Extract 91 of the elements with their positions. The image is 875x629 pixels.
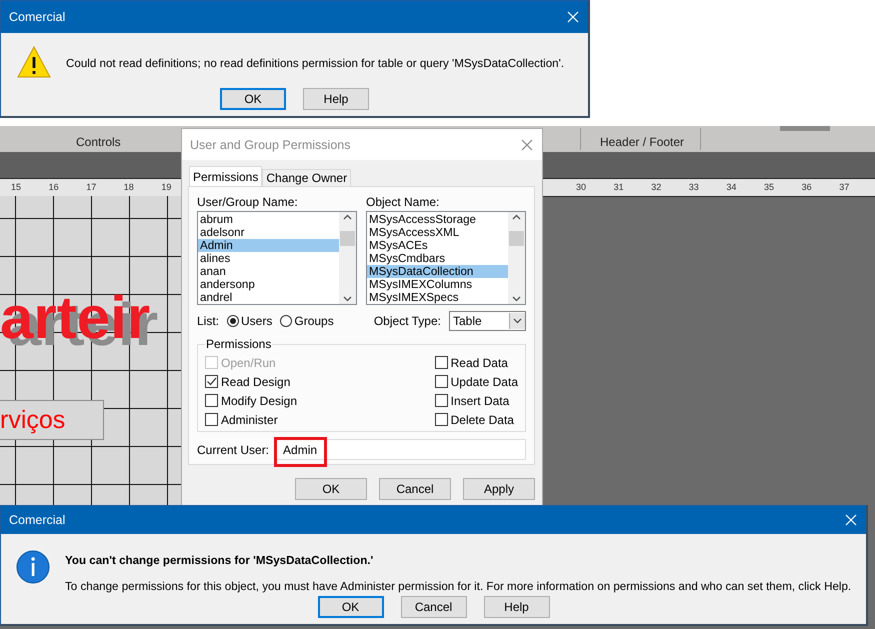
dialog-button[interactable]: Apply xyxy=(463,478,535,500)
window-title: Comercial xyxy=(9,10,66,24)
list-item[interactable]: MSysACEs xyxy=(367,239,508,252)
ribbon-group-label: Header / Footer xyxy=(600,135,684,149)
list-item[interactable]: MSysIMEXColumns xyxy=(367,278,508,291)
list-item[interactable]: andrel xyxy=(198,291,339,304)
ruler-number: 30 xyxy=(575,182,588,192)
list-filter-label: List: xyxy=(197,314,220,328)
warning-icon xyxy=(17,46,51,78)
list-item[interactable]: MSysDataCollection xyxy=(367,265,508,278)
list-item[interactable]: adelsonr xyxy=(198,226,339,239)
checkbox[interactable] xyxy=(434,375,448,388)
scroll-thumb[interactable] xyxy=(340,230,355,246)
scroll-thumb[interactable] xyxy=(509,230,524,246)
ruler-number: 37 xyxy=(838,182,850,192)
object-type-dropdown[interactable]: Table xyxy=(449,311,526,331)
chevron-down-icon xyxy=(512,296,521,302)
ruler-number: 31 xyxy=(612,182,625,192)
list-label: User/Group Name: xyxy=(197,195,299,209)
checkbox[interactable] xyxy=(205,375,218,388)
checkbox-label: Read Design xyxy=(221,374,290,388)
radio-button[interactable]: Groups xyxy=(280,314,334,328)
list-item[interactable]: MSysIMEXSpecs xyxy=(367,291,508,304)
list-box[interactable]: MSysAccessStorage MSysAccessXML MSysACEs MSysCmdbars MSysDataCollection MSysIMEXColumns MSysIMEXSpecs xyxy=(366,211,526,305)
chevron-up-icon xyxy=(512,214,521,220)
list-item[interactable]: MSysAccessStorage xyxy=(367,213,508,226)
chevron-down-icon xyxy=(513,318,522,324)
checkbox[interactable] xyxy=(205,394,218,407)
ruler-number: 33 xyxy=(688,182,700,192)
radio-label: Users xyxy=(241,314,272,328)
list-box[interactable]: abrum adelsonr Admin alines anan andersonp andrel xyxy=(197,211,357,305)
message-text: To change permissions for this object, you must have Administer permission for it. For more information on permissions and who can set them, click Help. xyxy=(65,580,852,593)
list-item[interactable]: MSysAccessXML xyxy=(367,226,508,239)
checkbox-label: Update Data xyxy=(450,374,518,388)
list-item[interactable]: MSysCmdbars xyxy=(367,252,508,265)
checkbox-label: Insert Data xyxy=(450,394,510,408)
checkbox-label: Modify Design xyxy=(221,394,298,408)
info-icon xyxy=(16,550,50,584)
checkbox-label: Open/Run xyxy=(221,356,276,370)
list-item[interactable]: andersonp xyxy=(198,278,339,291)
window-title: User and Group Permissions xyxy=(190,138,350,152)
dialog-button[interactable]: OK xyxy=(295,478,367,500)
ruler-number: 19 xyxy=(160,182,172,192)
dialog-button[interactable]: OK xyxy=(318,596,384,618)
checkbox[interactable] xyxy=(434,356,448,369)
list-item[interactable]: Admin xyxy=(198,239,339,252)
checkbox-label: Administer xyxy=(221,412,278,426)
list-item[interactable]: abrum xyxy=(198,213,339,226)
list-label: Object Name: xyxy=(366,195,440,209)
message-heading: You can't change permissions for 'MSysDataCollection.' xyxy=(65,553,374,567)
ruler-number: 32 xyxy=(650,182,662,192)
checkbox[interactable] xyxy=(434,413,448,426)
checkbox-label: Delete Data xyxy=(450,412,514,426)
ruler-number: 34 xyxy=(725,182,738,192)
chevron-up-icon xyxy=(343,214,352,220)
window-title: Comercial xyxy=(9,513,66,527)
tab[interactable]: Change Owner xyxy=(262,169,352,186)
dialog-button[interactable]: Help xyxy=(484,596,550,618)
group-label: Permissions xyxy=(205,337,272,351)
dialog-button[interactable]: Cancel xyxy=(400,596,466,618)
caption-label: rviços xyxy=(0,400,104,440)
ribbon-group-label: Controls xyxy=(76,135,121,149)
ruler-number: 18 xyxy=(122,182,135,192)
ruler-number: 17 xyxy=(85,182,98,192)
scrollbar[interactable] xyxy=(339,212,356,304)
dropdown-value: Table xyxy=(453,314,482,328)
list-item[interactable]: anan xyxy=(198,265,339,278)
radio-label: Groups xyxy=(294,314,334,328)
tab[interactable]: Permissions xyxy=(189,166,262,186)
radio-circle[interactable] xyxy=(280,315,292,327)
ruler-number: 15 xyxy=(10,182,22,192)
dialog-button[interactable]: Help xyxy=(303,88,369,110)
dialog-button[interactable]: OK xyxy=(220,88,286,110)
scrollbar[interactable] xyxy=(508,212,525,304)
checkmark-icon xyxy=(206,376,217,387)
checkbox[interactable] xyxy=(205,413,218,426)
current-user-value: Admin xyxy=(276,439,326,465)
message-text: Could not read definitions; no read definitions permission for table or query 'MSysDataCollection'. xyxy=(66,56,564,70)
radio-button[interactable]: Users xyxy=(227,314,272,328)
list-item[interactable]: alines xyxy=(198,252,339,265)
ruler-number: 16 xyxy=(48,182,60,192)
ruler-number: 36 xyxy=(800,182,813,192)
checkbox[interactable] xyxy=(434,394,448,407)
object-type-label: Object Type: xyxy=(374,314,441,328)
dialog-button[interactable]: Cancel xyxy=(379,478,451,500)
ruler-number: 35 xyxy=(763,182,776,192)
checkbox-label: Read Data xyxy=(450,356,508,370)
close-icon[interactable] xyxy=(520,138,534,152)
current-user-label: Current User: xyxy=(197,442,270,456)
chevron-down-icon xyxy=(343,296,352,302)
radio-circle[interactable] xyxy=(227,315,240,327)
